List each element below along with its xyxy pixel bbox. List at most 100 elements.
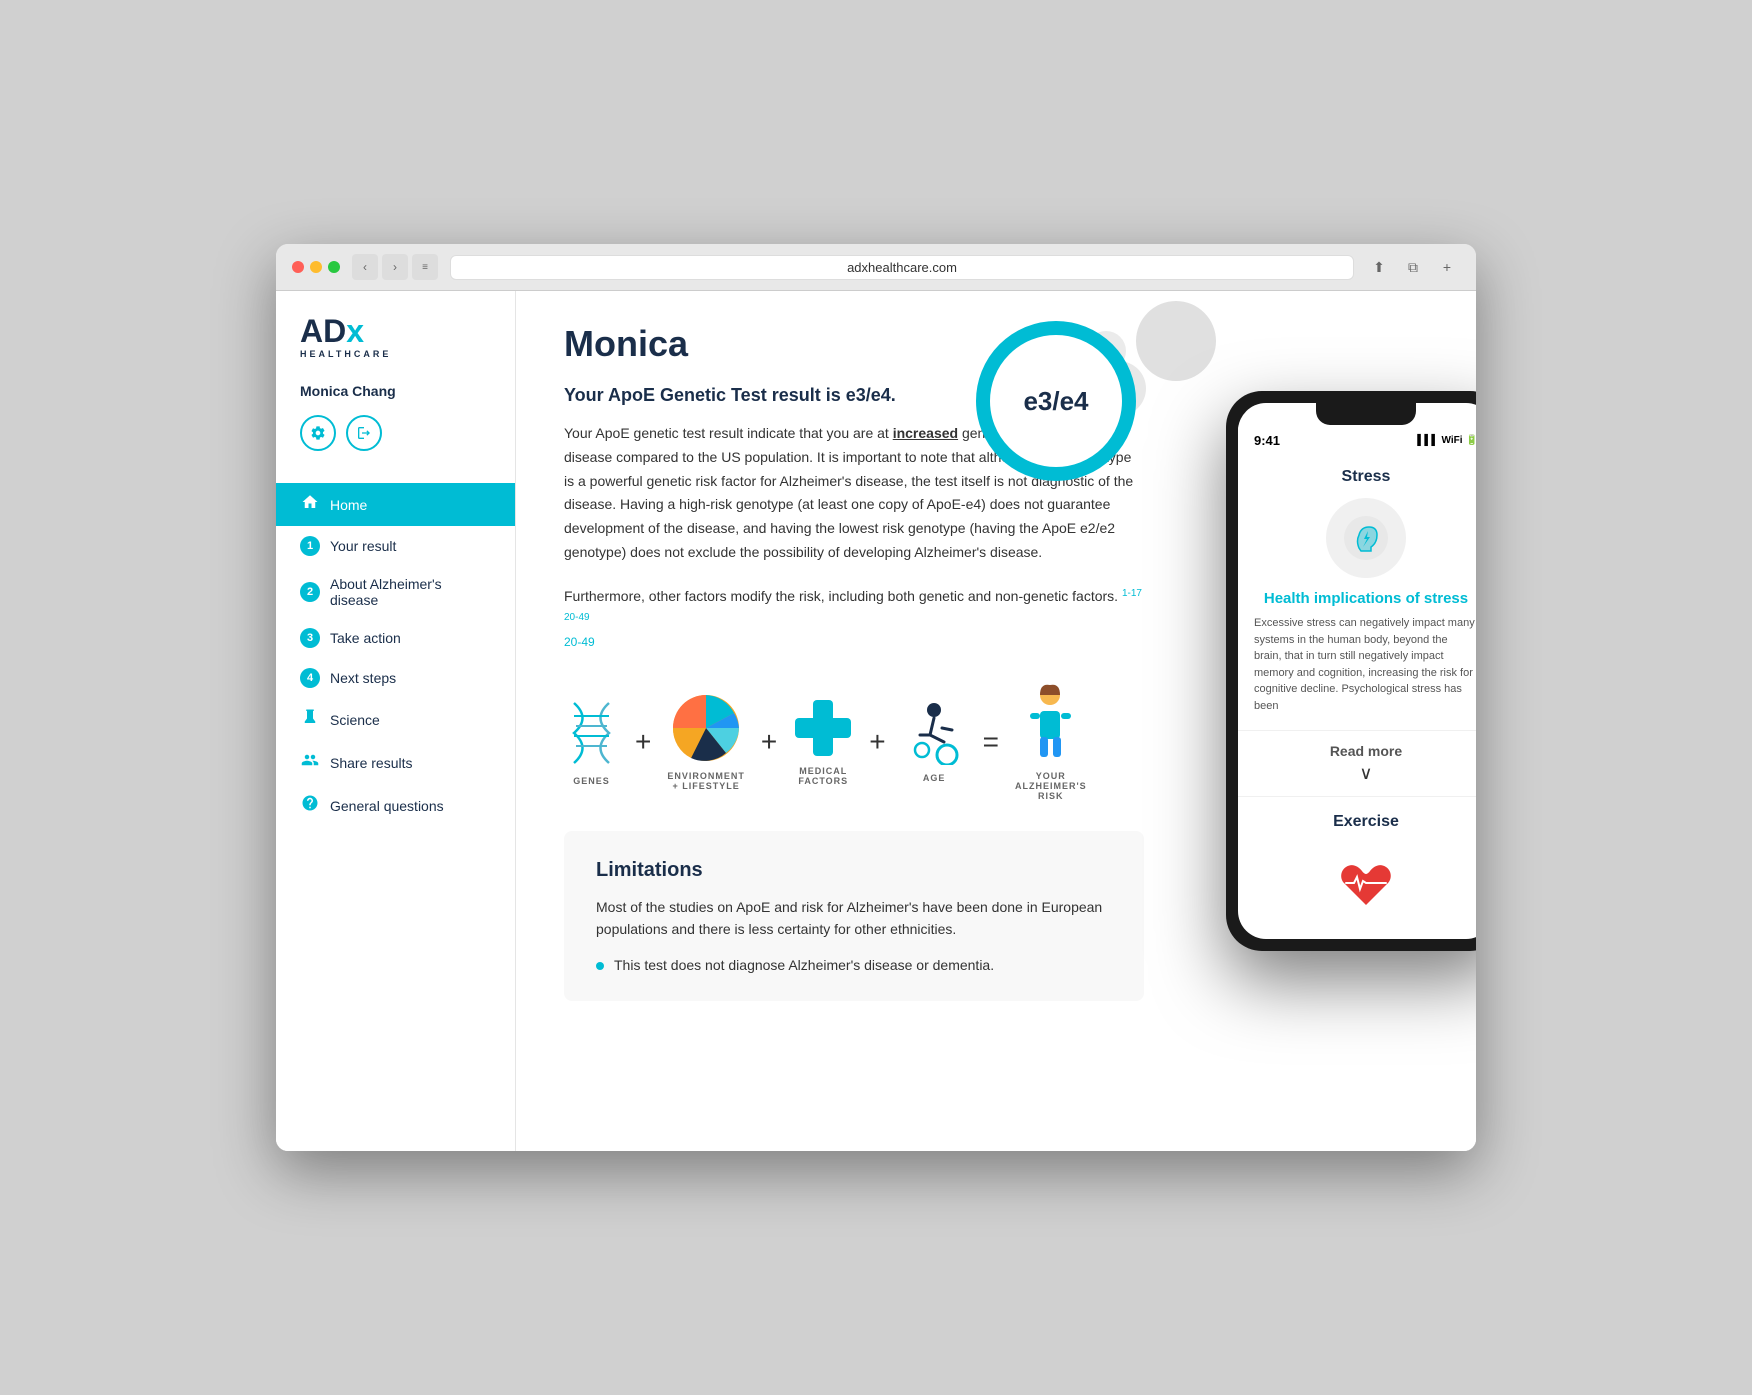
logo-subtitle: HEALTHCARE (300, 349, 491, 359)
dot-yellow[interactable] (310, 261, 322, 273)
dna-svg (564, 698, 619, 768)
age-label: AGE (923, 773, 946, 783)
read-more-label[interactable]: Read more (1250, 743, 1476, 759)
new-tab-button[interactable]: + (1434, 254, 1460, 280)
phone-stress-section: Stress Health implications of (1238, 452, 1476, 731)
phone-notch (1316, 403, 1416, 425)
eq-medical: MEDICAL FACTORS (793, 698, 853, 786)
science-icon (300, 708, 320, 731)
limitations-section: Limitations Most of the studies on ApoE … (564, 831, 1144, 1001)
eq-risk: YOUR ALZHEIMER'S RISK (1015, 683, 1087, 801)
nav-number-3: 3 (300, 628, 320, 648)
browser-dots (292, 261, 340, 273)
sidebar-item-general-questions-label: General questions (330, 798, 444, 814)
back-button[interactable]: ‹ (352, 254, 378, 280)
wifi-icon: WiFi (1442, 435, 1463, 446)
sidebar-item-science[interactable]: Science (276, 698, 515, 741)
desc-part-3: Furthermore, other factors modify the ri… (564, 588, 1118, 604)
nav-number-1: 1 (300, 536, 320, 556)
eq-genes: GENES (564, 698, 619, 786)
logo-x: x (346, 313, 364, 349)
sidebar-item-about-alzheimers[interactable]: 2 About Alzheimer's disease (276, 566, 515, 618)
browser-nav: ‹ › ≡ (352, 254, 438, 280)
phone-stress-title: Stress (1254, 468, 1476, 486)
wheelchair-svg (902, 700, 967, 765)
risk-label: YOUR ALZHEIMER'S RISK (1015, 771, 1087, 801)
logout-icon[interactable] (346, 415, 382, 451)
logo-text: ADx (300, 315, 491, 347)
signal-icon: ▌▌▌ (1417, 435, 1438, 446)
eq-age: AGE (902, 700, 967, 783)
stress-icon-wrapper (1326, 498, 1406, 578)
pie-svg (671, 693, 741, 763)
environment-label: ENVIRONMENT + LIFESTYLE (667, 771, 745, 791)
phone-status-bar: 9:41 ▌▌▌ WiFi 🔋 (1238, 425, 1476, 452)
sidebar-icons (276, 415, 515, 475)
ref-range: 20-49 (564, 632, 1144, 652)
sidebar: ADx HEALTHCARE Monica Chang (276, 291, 516, 1151)
nav-number-2: 2 (300, 582, 320, 602)
desc-part-1: Your ApoE genetic test result indicate t… (564, 425, 893, 441)
desc-bold: increased (893, 425, 958, 441)
main-content: e3/e4 Monica Your ApoE Genetic Test resu… (516, 291, 1476, 1151)
browser-actions: ⬆ ⧉ + (1366, 254, 1460, 280)
cross-svg (793, 698, 853, 758)
plus-3: + (869, 726, 885, 758)
person-svg (1023, 683, 1078, 763)
heart-icon-wrapper (1326, 843, 1406, 923)
result-badge: e3/e4 (976, 321, 1136, 481)
medical-label: MEDICAL FACTORS (798, 766, 848, 786)
share-icon (300, 751, 320, 774)
browser-window: ‹ › ≡ adxhealthcare.com ⬆ ⧉ + ADx HEALTH… (276, 244, 1476, 1151)
sidebar-item-science-label: Science (330, 712, 380, 728)
sidebar-item-home-label: Home (330, 497, 367, 513)
plus-1: + (635, 726, 651, 758)
app-layout: ADx HEALTHCARE Monica Chang (276, 291, 1476, 1151)
sidebar-item-share-results-label: Share results (330, 755, 412, 771)
phone-screen: 9:41 ▌▌▌ WiFi 🔋 Stress (1238, 403, 1476, 939)
phone-mockup: 9:41 ▌▌▌ WiFi 🔋 Stress (1226, 391, 1476, 951)
limitations-title: Limitations (596, 859, 1112, 882)
deco-circle-1 (1136, 301, 1216, 381)
reader-mode-button[interactable]: ≡ (412, 254, 438, 280)
dot-green[interactable] (328, 261, 340, 273)
limitations-text: Most of the studies on ApoE and risk for… (596, 896, 1112, 941)
address-bar[interactable]: adxhealthcare.com (450, 255, 1354, 280)
browser-toolbar: ‹ › ≡ adxhealthcare.com ⬆ ⧉ + (276, 244, 1476, 291)
battery-icon: 🔋 (1466, 435, 1476, 446)
forward-button[interactable]: › (382, 254, 408, 280)
settings-icon[interactable] (300, 415, 336, 451)
sidebar-item-take-action-label: Take action (330, 630, 401, 646)
sidebar-item-next-steps-label: Next steps (330, 670, 396, 686)
plus-2: + (761, 726, 777, 758)
bullet-text-1: This test does not diagnose Alzheimer's … (614, 957, 994, 973)
genes-label: GENES (573, 776, 610, 786)
bullet-item-1: This test does not diagnose Alzheimer's … (596, 957, 1112, 973)
eq-environment: ENVIRONMENT + LIFESTYLE (667, 693, 745, 791)
phone-exercise-section: Exercise (1238, 797, 1476, 939)
sidebar-item-share-results[interactable]: Share results (276, 741, 515, 784)
result-description-2: Furthermore, other factors modify the ri… (564, 585, 1144, 653)
sidebar-item-your-result[interactable]: 1 Your result (276, 526, 515, 566)
sidebar-item-home[interactable]: Home (276, 483, 515, 526)
sidebar-logo: ADx HEALTHCARE (276, 315, 515, 383)
sidebar-item-general-questions[interactable]: General questions (276, 784, 515, 827)
logo-ad: AD (300, 313, 346, 349)
share-browser-button[interactable]: ⬆ (1366, 254, 1392, 280)
phone-stress-body: Excessive stress can negatively impact m… (1254, 615, 1476, 714)
heart-icon (1336, 853, 1396, 913)
chevron-down-icon[interactable]: ∨ (1250, 763, 1476, 784)
equals: = (983, 726, 999, 758)
sidebar-item-your-result-label: Your result (330, 538, 396, 554)
nav-number-4: 4 (300, 668, 320, 688)
phone-stress-link[interactable]: Health implications of stress (1254, 590, 1476, 607)
bullet-dot (596, 962, 604, 970)
phone-time: 9:41 (1254, 433, 1280, 448)
dot-red[interactable] (292, 261, 304, 273)
sidebar-item-take-action[interactable]: 3 Take action (276, 618, 515, 658)
home-icon (300, 493, 320, 516)
tab-button[interactable]: ⧉ (1400, 254, 1426, 280)
question-icon (300, 794, 320, 817)
sidebar-item-next-steps[interactable]: 4 Next steps (276, 658, 515, 698)
phone-exercise-title: Exercise (1254, 813, 1476, 831)
